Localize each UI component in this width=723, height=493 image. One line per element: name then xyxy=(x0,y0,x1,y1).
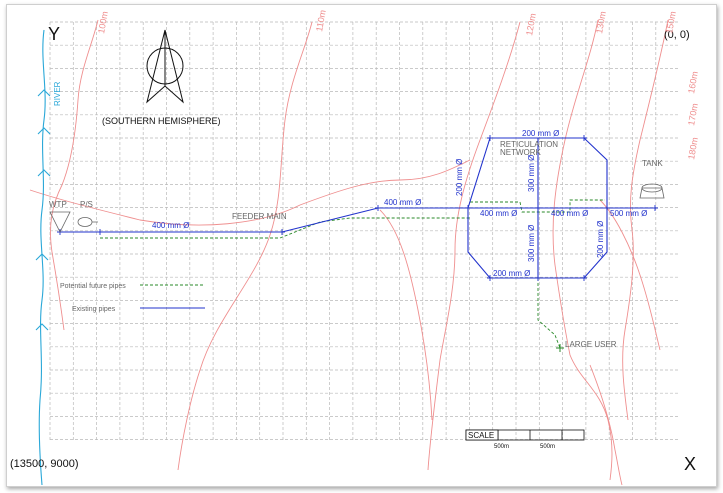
pipe-feeder-2 xyxy=(281,207,468,233)
contour-label: 170m xyxy=(686,102,700,126)
extent-label: (13500, 9000) xyxy=(10,458,79,470)
contour-label: 120m xyxy=(524,12,538,36)
pipe-label: 400 mm Ø xyxy=(152,221,189,230)
pipe-label: 200 mm Ø xyxy=(493,269,530,278)
contour-label: 180m xyxy=(686,136,700,160)
pipe-label: 400 mm Ø xyxy=(384,198,421,207)
pipe-label: 400 mm Ø xyxy=(551,209,588,218)
river xyxy=(35,29,51,486)
x-axis-label: X xyxy=(684,454,696,474)
hemisphere-label: (SOUTHERN HEMISPHERE) xyxy=(102,116,221,126)
future-large-user xyxy=(537,278,561,349)
existing-pipes xyxy=(60,137,655,309)
pipe-label: 300 mm Ø xyxy=(527,155,536,192)
contour-b xyxy=(379,209,433,421)
legend-future-label: Potential future pipes xyxy=(60,283,126,290)
legend-existing-label: Existing pipes xyxy=(72,306,116,313)
river-label: RIVER xyxy=(53,81,62,106)
contour-label: 160m xyxy=(686,70,700,94)
pipe-nodes xyxy=(57,135,658,352)
pipe-label: 300 mm Ø xyxy=(527,225,536,262)
north-arrow-icon xyxy=(146,29,184,104)
pipe-label: 500 mm Ø xyxy=(610,209,647,218)
tank-icon xyxy=(639,187,665,199)
contour-lines xyxy=(29,19,669,486)
ps-label: P/S xyxy=(80,200,93,209)
contour-110m xyxy=(177,21,313,471)
layout-diagram: Y X (0, 0) (13500, 9000) (SOUTHERN HEMIS… xyxy=(10,9,700,486)
pipe-label: 200 mm Ø xyxy=(596,221,605,258)
contour-label: 130m xyxy=(594,10,608,34)
y-axis-label: Y xyxy=(48,24,60,44)
scale-label: 500m xyxy=(494,444,509,450)
contour-label: 100m xyxy=(96,10,110,34)
contour-label: 110m xyxy=(314,9,328,32)
large-user-node xyxy=(556,344,564,352)
pipe-label: 200 mm Ø xyxy=(522,129,559,138)
feeder-main-label: FEEDER MAIN xyxy=(232,212,287,221)
contour-d xyxy=(589,364,623,486)
large-user-label: LARGE USER xyxy=(565,340,617,349)
tank-label: TANK xyxy=(642,159,663,168)
contour-120m xyxy=(427,21,521,471)
scale-label: 500m xyxy=(540,444,555,450)
scale-title: SCALE xyxy=(468,431,494,440)
contour-150m xyxy=(622,19,669,421)
pipe-label: 200 mm Ø xyxy=(455,159,464,196)
pipe-label: 400 mm Ø xyxy=(480,209,517,218)
wtp-label: WTP xyxy=(49,200,67,209)
river-line xyxy=(38,29,46,486)
pump-station-icon xyxy=(77,217,98,227)
